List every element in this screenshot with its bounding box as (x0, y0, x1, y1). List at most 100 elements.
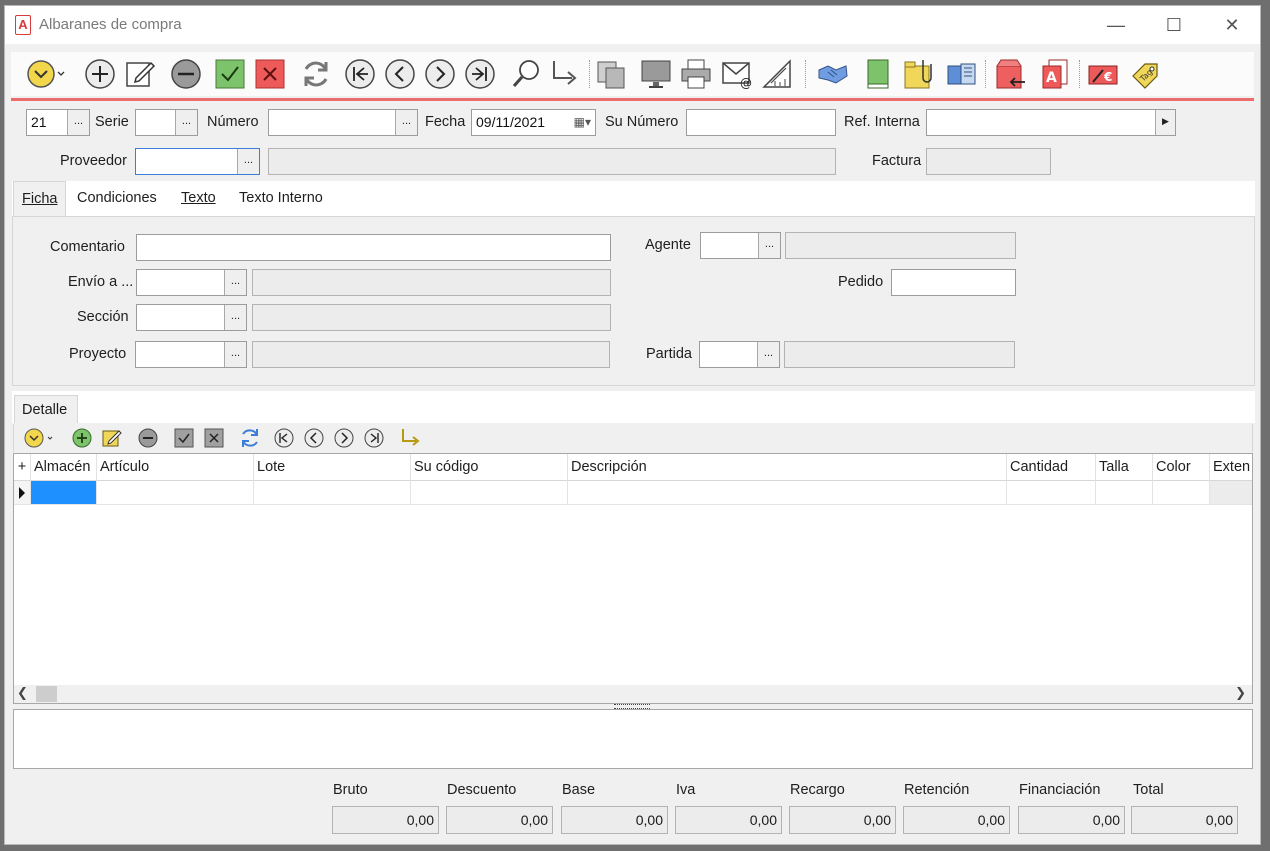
cell-cantidad[interactable] (1007, 481, 1096, 505)
scroll-left-icon[interactable]: ❮ (17, 685, 28, 701)
calendar-icon[interactable]: ▦▾ (574, 110, 591, 135)
edit-icon[interactable] (123, 58, 157, 90)
column-header-extension[interactable]: Exten (1210, 454, 1252, 481)
fecha-field[interactable]: 09/11/2021 ▦▾ (471, 109, 596, 136)
scroll-right-icon[interactable]: ❯ (1235, 685, 1246, 701)
line-notes-area[interactable] (13, 709, 1253, 769)
book-icon[interactable] (861, 58, 895, 90)
detail-goto-icon[interactable] (398, 427, 422, 449)
numero-label: Número (207, 114, 259, 130)
screen-icon[interactable] (639, 58, 673, 90)
tag-icon[interactable]: Tag (1129, 58, 1163, 90)
export-box-icon[interactable] (993, 58, 1027, 90)
email-icon[interactable]: @ (720, 58, 754, 90)
proveedor-lookup-button[interactable]: ... (237, 149, 259, 174)
maximize-button[interactable]: ☐ (1145, 6, 1203, 44)
handshake-icon[interactable] (816, 58, 850, 90)
serie-code-field[interactable]: 21 ... (26, 109, 90, 136)
detail-grid[interactable]: + Almacén Artículo Lote Su código Descri… (13, 453, 1253, 704)
detail-last-icon[interactable] (362, 427, 386, 449)
scrollbar-thumb[interactable] (36, 686, 57, 702)
tab-ficha[interactable]: Ficha (13, 181, 67, 216)
close-button[interactable]: ✕ (1203, 6, 1261, 44)
delete-icon[interactable] (169, 58, 203, 90)
column-header-almacen[interactable]: Almacén (31, 454, 97, 481)
cell-extension[interactable] (1210, 481, 1252, 505)
detail-previous-icon[interactable] (302, 427, 326, 449)
partida-field[interactable]: ... (699, 341, 780, 368)
print-icon[interactable] (679, 58, 713, 90)
confirm-icon[interactable] (213, 58, 247, 90)
cell-su-codigo[interactable] (411, 481, 568, 505)
tab-detalle[interactable]: Detalle (14, 395, 78, 423)
last-record-icon[interactable] (463, 58, 497, 90)
proyecto-lookup-button[interactable]: ... (224, 342, 246, 367)
detail-dropdown-icon[interactable] (22, 427, 56, 449)
detail-next-icon[interactable] (332, 427, 356, 449)
add-icon[interactable] (83, 58, 117, 90)
cell-descripcion[interactable] (568, 481, 1007, 505)
design-icon[interactable] (760, 58, 794, 90)
column-header-talla[interactable]: Talla (1096, 454, 1153, 481)
tab-condiciones[interactable]: Condiciones (69, 181, 165, 216)
su-numero-field[interactable] (686, 109, 836, 136)
cancel-icon[interactable] (253, 58, 287, 90)
grid-add-column-button[interactable]: + (14, 454, 31, 481)
serie-lookup-button[interactable]: ... (175, 110, 197, 135)
seccion-label: Sección (77, 309, 129, 325)
column-header-lote[interactable]: Lote (254, 454, 411, 481)
invoice-icon[interactable]: € (1087, 58, 1121, 90)
partida-lookup-button[interactable]: ... (757, 342, 779, 367)
detail-cancel-icon[interactable] (202, 427, 226, 449)
detail-edit-icon[interactable] (100, 427, 124, 449)
attachments-icon[interactable] (901, 58, 935, 90)
ref-interna-expand-button[interactable]: ▶ (1155, 110, 1175, 135)
refresh-icon[interactable] (299, 58, 333, 90)
numero-lookup-button[interactable]: ... (395, 110, 417, 135)
agente-lookup-button[interactable]: ... (758, 233, 780, 258)
detail-confirm-icon[interactable] (172, 427, 196, 449)
seccion-field[interactable]: ... (136, 304, 247, 331)
tab-texto-interno[interactable]: Texto Interno (231, 181, 331, 216)
serie-field[interactable]: ... (135, 109, 198, 136)
column-header-descripcion[interactable]: Descripción (568, 454, 1007, 481)
seccion-lookup-button[interactable]: ... (224, 305, 246, 330)
goto-icon[interactable] (547, 58, 581, 90)
detail-delete-icon[interactable] (136, 427, 160, 449)
proyecto-field[interactable]: ... (135, 341, 247, 368)
cell-color[interactable] (1153, 481, 1210, 505)
comentario-field[interactable] (136, 234, 611, 261)
copy-icon[interactable] (594, 58, 628, 90)
column-header-cantidad[interactable]: Cantidad (1007, 454, 1096, 481)
numero-field[interactable]: ... (268, 109, 418, 136)
previous-record-icon[interactable] (383, 58, 417, 90)
selected-cell-almacen[interactable] (31, 481, 97, 505)
cell-talla[interactable] (1096, 481, 1153, 505)
first-record-icon[interactable] (343, 58, 377, 90)
comentario-label: Comentario (50, 239, 125, 255)
search-icon[interactable] (509, 58, 543, 90)
dropdown-menu-icon[interactable] (25, 58, 67, 90)
cell-articulo[interactable] (97, 481, 254, 505)
next-record-icon[interactable] (423, 58, 457, 90)
column-header-color[interactable]: Color (1153, 454, 1210, 481)
detail-add-icon[interactable] (70, 427, 94, 449)
horizontal-scrollbar[interactable]: ❮ ❯ (14, 685, 1252, 703)
detail-first-icon[interactable] (272, 427, 296, 449)
thermal-print-icon[interactable] (945, 58, 979, 90)
column-header-su-codigo[interactable]: Su código (411, 454, 568, 481)
pdf-icon[interactable]: A (1039, 58, 1073, 90)
envio-field[interactable]: ... (136, 269, 247, 296)
envio-lookup-button[interactable]: ... (224, 270, 246, 295)
pedido-field[interactable] (891, 269, 1016, 296)
column-header-articulo[interactable]: Artículo (97, 454, 254, 481)
minimize-button[interactable]: — (1087, 6, 1145, 44)
ref-interna-field[interactable]: ▶ (926, 109, 1176, 136)
proveedor-field[interactable]: ... (135, 148, 260, 175)
detail-refresh-icon[interactable] (238, 427, 262, 449)
serie-code-lookup-button[interactable]: ... (67, 110, 89, 135)
detail-tab-bar: Detalle (12, 391, 1255, 423)
cell-lote[interactable] (254, 481, 411, 505)
tab-texto[interactable]: Texto (173, 181, 224, 216)
agente-field[interactable]: ... (700, 232, 781, 259)
